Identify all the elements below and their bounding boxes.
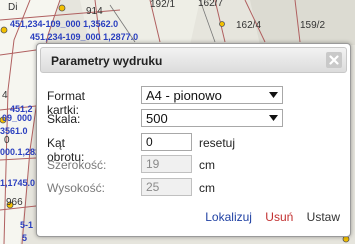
map-label: 914 [86,6,103,17]
map-label: 192/1 [150,0,175,10]
map-label: 5-1 [20,220,33,230]
width-unit: cm [199,158,215,172]
delete-button[interactable]: Usuń [265,210,293,224]
map-label: 000.1,282 [0,147,40,157]
height-label: Wysokość: [47,181,105,195]
scale-select-value: 500 [146,111,168,126]
width-label: Szerokość: [47,158,107,172]
angle-input[interactable] [141,133,192,151]
map-label: 5 [22,233,27,243]
scale-select[interactable]: 500 [141,109,283,127]
map-label: 09_000 [2,113,32,123]
set-button[interactable]: Ustaw [307,210,340,224]
close-button[interactable] [326,52,342,68]
format-select[interactable]: A4 - pionowo [141,86,283,104]
map-label: 0 [4,135,10,146]
print-parameters-dialog: Parametry wydruku Format kartki: A4 - pi… [36,43,351,237]
height-unit: cm [199,181,215,195]
map-label: 159/2 [300,20,325,31]
map-label: 966 [6,197,23,208]
close-icon [329,55,339,65]
map-label: 451,234-109_000 1,3562.0 [10,19,118,29]
width-input [141,155,192,173]
map-label: 4 [2,90,8,101]
chevron-down-icon [269,92,278,98]
dialog-title: Parametry wydruku [51,54,163,68]
dialog-titlebar[interactable]: Parametry wydruku [40,47,347,73]
map-label: 1,1745.0 [0,178,35,188]
chevron-down-icon [269,115,278,121]
format-select-value: A4 - pionowo [146,88,222,103]
locate-button[interactable]: Lokalizuj [205,210,252,224]
height-input [141,178,192,196]
dialog-actions: Lokalizuj Usuń Ustaw [195,210,340,224]
map-label: Di [8,2,17,13]
map-label: 451,234-109_000 1,2877.0 [30,32,138,42]
reset-link[interactable]: resetuj [199,136,235,150]
map-label: 162/7 [198,0,223,9]
scale-label: Skala: [47,112,81,126]
map-label: 162/4 [236,20,261,31]
